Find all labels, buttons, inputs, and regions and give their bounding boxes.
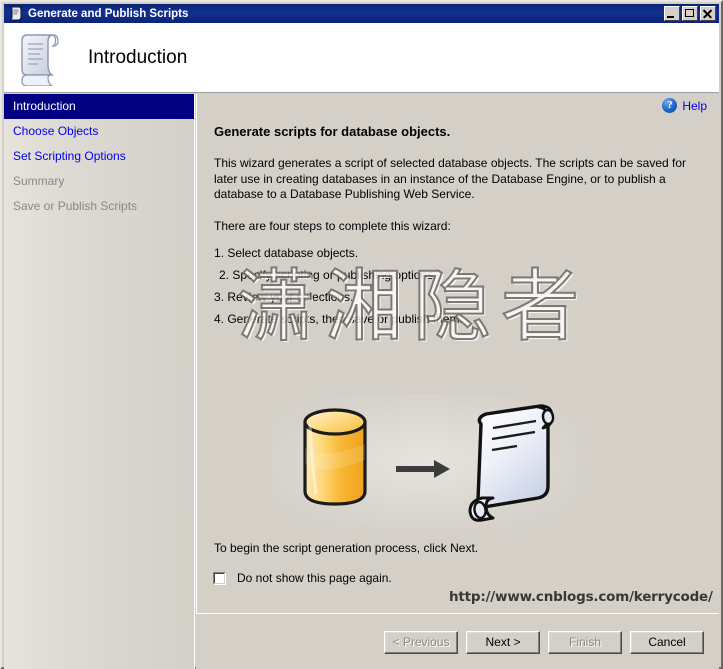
minimize-button[interactable] <box>664 6 680 21</box>
content-heading: Generate scripts for database objects. <box>214 124 450 139</box>
do-not-show-again-row[interactable]: Do not show this page again. <box>213 571 392 585</box>
finish-button: Finish <box>548 631 622 654</box>
content-panel: ? Help Generate scripts for database obj… <box>196 94 719 613</box>
sidebar-item-choose-objects[interactable]: Choose Objects <box>4 119 194 144</box>
close-button[interactable] <box>700 6 716 21</box>
database-cylinder-icon <box>305 410 365 504</box>
step-item-1: 1. Select database objects. <box>214 242 644 264</box>
sidebar-item-introduction[interactable]: Introduction <box>4 94 194 119</box>
wizard-buttons: < Previous Next > Finish Cancel <box>384 631 704 654</box>
maximize-button[interactable] <box>682 6 698 21</box>
wizard-illustration <box>272 394 577 529</box>
sidebar-item-save-or-publish-scripts: Save or Publish Scripts <box>4 194 194 219</box>
page-title: Introduction <box>88 47 187 69</box>
wizard-button-bar: < Previous Next > Finish Cancel <box>196 613 719 669</box>
window-controls <box>664 6 717 21</box>
question-mark-circle-icon: ? <box>662 98 677 113</box>
do-not-show-again-checkbox[interactable] <box>213 572 226 585</box>
window-title: Generate and Publish Scripts <box>28 8 188 20</box>
help-link-group[interactable]: ? Help <box>662 98 707 113</box>
sidebar-item-set-scripting-options[interactable]: Set Scripting Options <box>4 144 194 169</box>
step-item-3: 3. Review your selections. <box>214 286 644 308</box>
url-watermark: http://www.cnblogs.com/kerrycode/ <box>449 589 713 605</box>
content-paragraph-2: There are four steps to complete this wi… <box>214 219 692 235</box>
step-item-2: 2. Specify scripting or publishing optio… <box>214 264 644 286</box>
do-not-show-again-label: Do not show this page again. <box>237 571 392 585</box>
sidebar-item-summary: Summary <box>4 169 194 194</box>
window-script-icon <box>8 6 24 21</box>
next-button[interactable]: Next > <box>466 631 540 654</box>
begin-instruction-text: To begin the script generation process, … <box>214 541 478 555</box>
wizard-window: Generate and Publish Scripts <box>0 0 723 669</box>
cancel-button[interactable]: Cancel <box>630 631 704 654</box>
title-bar[interactable]: Generate and Publish Scripts <box>4 4 719 23</box>
step-item-4: 4. Generate scripts, then save or publis… <box>214 308 644 330</box>
header-script-icon <box>14 30 66 86</box>
page-header: Introduction <box>4 23 719 93</box>
previous-button: < Previous <box>384 631 458 654</box>
steps-list: 1. Select database objects. 2. Specify s… <box>214 242 644 330</box>
wizard-steps-sidebar: Introduction Choose Objects Set Scriptin… <box>4 94 195 669</box>
content-paragraph-1: This wizard generates a script of select… <box>214 156 692 203</box>
help-link[interactable]: Help <box>682 99 707 113</box>
